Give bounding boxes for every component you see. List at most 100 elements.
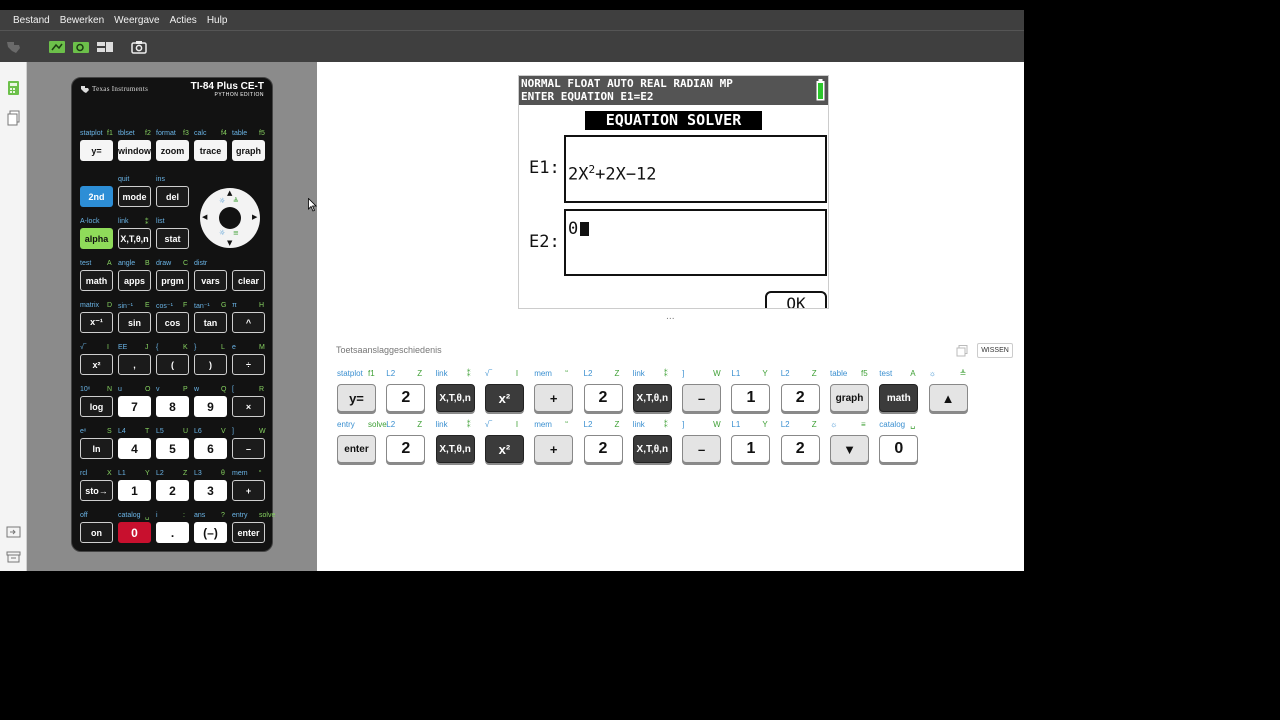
history-key-XTn[interactable]: X,T,θ,n [632, 384, 672, 412]
key-math[interactable]: math [80, 270, 113, 291]
history-key-XTn[interactable]: X,T,θ,n [435, 435, 475, 463]
screenshot-camera-icon[interactable] [130, 39, 148, 55]
dpad-right-arrow-icon[interactable]: ▶ [252, 213, 257, 221]
dpad-left-arrow-icon[interactable]: ◀ [202, 213, 207, 221]
menu-hulp[interactable]: Hulp [207, 15, 228, 26]
history-key-x[interactable]: x² [484, 384, 524, 412]
key-clear[interactable]: clear [232, 270, 265, 291]
calculator-icon[interactable] [7, 80, 20, 96]
key-cos[interactable]: cos [156, 312, 189, 333]
key-0[interactable]: 0 [118, 522, 151, 543]
menu-weergave[interactable]: Weergave [114, 15, 159, 26]
key-9[interactable]: 9 [194, 396, 227, 417]
history-key-y[interactable]: y= [337, 384, 376, 412]
history-key-0[interactable]: 0 [879, 435, 919, 463]
key-symbol[interactable]: + [232, 480, 265, 501]
key-y[interactable]: y= [80, 140, 113, 161]
key-symbol[interactable]: ) [194, 354, 227, 375]
key-6[interactable]: 6 [194, 438, 227, 459]
key-sto[interactable]: sto→ [80, 480, 113, 501]
history-key-graph[interactable]: graph [830, 384, 869, 412]
history-key-1[interactable]: 1 [731, 435, 771, 463]
clear-history-button[interactable]: WISSEN [977, 343, 1013, 358]
directional-pad[interactable]: ▲ ▼ ◀ ▶ ☼ ☼ ≜ ≡ [200, 188, 260, 248]
key-2[interactable]: 2 [156, 480, 189, 501]
history-key-alpha-label: “ [565, 420, 568, 429]
key-x[interactable]: x² [80, 354, 113, 375]
key-alpha[interactable]: alpha [80, 228, 113, 249]
ti-logo-icon[interactable] [5, 39, 23, 55]
key-XTn[interactable]: X,T,θ,n [118, 228, 151, 249]
key-alpha-label: K [183, 344, 188, 351]
key-enter[interactable]: enter [232, 522, 265, 543]
key-symbol[interactable]: – [232, 438, 265, 459]
key-on[interactable]: on [80, 522, 113, 543]
key-symbol[interactable]: , [118, 354, 151, 375]
key-prgm[interactable]: prgm [156, 270, 189, 291]
history-key-symbol[interactable]: ▼ [830, 435, 869, 463]
history-key-2[interactable]: 2 [780, 384, 820, 412]
key-trace[interactable]: trace [194, 140, 227, 161]
ok-button[interactable]: OK [765, 291, 827, 308]
history-key-2[interactable]: 2 [583, 435, 623, 463]
key-del[interactable]: del [156, 186, 189, 207]
expand-panel-icon[interactable] [6, 525, 21, 539]
key-mode[interactable]: mode [118, 186, 151, 207]
key-1[interactable]: 1 [118, 480, 151, 501]
key-apps[interactable]: apps [118, 270, 151, 291]
key-symbol[interactable]: ^ [232, 312, 265, 333]
history-key-symbol[interactable]: + [534, 384, 574, 412]
key-symbol[interactable]: ÷ [232, 354, 265, 375]
key-2nd-label: ans [194, 512, 206, 519]
e2-input-box[interactable]: 0 [564, 209, 827, 276]
copy-icon[interactable] [956, 345, 969, 357]
history-key-XTn[interactable]: X,T,θ,n [632, 435, 672, 463]
key-symbol[interactable]: ( [156, 354, 189, 375]
key-2nd[interactable]: 2nd [80, 186, 113, 207]
key-tan[interactable]: tan [194, 312, 227, 333]
key-symbol[interactable]: × [232, 396, 265, 417]
key-log[interactable]: log [80, 396, 113, 417]
emulator-view-icon[interactable] [48, 39, 66, 55]
key-vars[interactable]: vars [194, 270, 227, 291]
history-key-XTn[interactable]: X,T,θ,n [435, 384, 475, 412]
history-key-x[interactable]: x² [484, 435, 524, 463]
history-key-symbol[interactable]: + [534, 435, 574, 463]
history-key-math[interactable]: math [879, 384, 919, 412]
history-key-2[interactable]: 2 [386, 384, 426, 412]
history-key-symbol[interactable]: – [682, 435, 722, 463]
key-window[interactable]: window [118, 140, 151, 161]
key-stat[interactable]: stat [156, 228, 189, 249]
documents-icon[interactable] [7, 110, 20, 126]
archive-icon[interactable] [6, 550, 21, 564]
menu-bestand[interactable]: Bestand [13, 15, 50, 26]
history-key-1[interactable]: 1 [731, 384, 771, 412]
key-symbol[interactable]: . [156, 522, 189, 543]
key-graph[interactable]: graph [232, 140, 265, 161]
key-sin[interactable]: sin [118, 312, 151, 333]
key-5[interactable]: 5 [156, 438, 189, 459]
key-7[interactable]: 7 [118, 396, 151, 417]
key-ln[interactable]: ln [80, 438, 113, 459]
history-key-2[interactable]: 2 [780, 435, 820, 463]
key-symbol[interactable]: (–) [194, 522, 227, 543]
key-zoom[interactable]: zoom [156, 140, 189, 161]
key-8[interactable]: 8 [156, 396, 189, 417]
layout-icon[interactable] [96, 39, 114, 55]
menu-acties[interactable]: Acties [170, 15, 197, 26]
history-key-2nd-label: link [632, 369, 645, 378]
keypress-history-icon[interactable] [72, 39, 90, 55]
history-key-symbol[interactable]: – [682, 384, 722, 412]
key-x[interactable]: x⁻¹ [80, 312, 113, 333]
key-3[interactable]: 3 [194, 480, 227, 501]
history-key-enter[interactable]: enter [337, 435, 376, 463]
history-key-2[interactable]: 2 [583, 384, 623, 412]
e1-input-box[interactable]: 2X2+2X−12 [564, 135, 827, 203]
history-key-symbol[interactable]: ▲ [928, 384, 968, 412]
dpad-up-arrow-icon[interactable]: ▲ [227, 189, 232, 197]
key-4[interactable]: 4 [118, 438, 151, 459]
menu-bewerken[interactable]: Bewerken [60, 15, 104, 26]
dpad-down-arrow-icon[interactable]: ▼ [227, 239, 232, 247]
panel-resize-handle[interactable]: ... [666, 312, 675, 322]
history-key-2[interactable]: 2 [386, 435, 426, 463]
